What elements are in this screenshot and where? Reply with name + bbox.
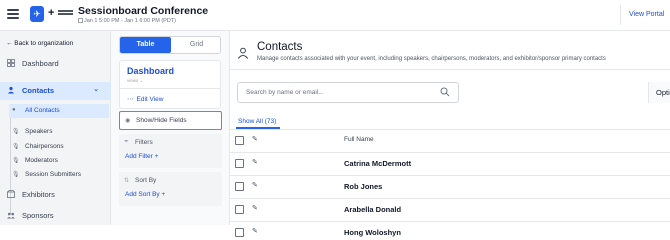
contact-name[interactable]: Rob Jones [344,182,382,191]
sidebar: ← Back to organization Dashboard Contact… [0,31,111,225]
select-all-checkbox[interactable] [235,136,244,145]
top-bar: ✈ + Sessionboard Conference Jan 1 5:00 P… [0,0,670,31]
table-row[interactable]: ✎ Arabella Donald [230,199,670,222]
edit-icon[interactable]: ✎ [252,181,258,189]
contact-name[interactable]: Catrina McDermott [344,159,411,168]
search-icon[interactable] [440,87,450,97]
edit-icon: ✎ [252,136,258,143]
sidebar-item-speakers[interactable]: 🎙 Speakers [9,125,109,139]
app-window: ✈ + Sessionboard Conference Jan 1 5:00 P… [0,0,670,237]
edit-icon[interactable]: ✎ [252,204,258,212]
saved-view-card: Dashboard views ⌄ ⋯ Edit View [119,60,221,109]
divider [230,69,670,70]
sidebar-item-label: Chairpersons [25,143,64,150]
page-title: Contacts [257,41,303,53]
filter-icon: ⏷ [124,139,129,145]
conference-dates-text: Jan 1 5:00 PM - Jan 1 6:00 PM (PDT) [84,18,177,24]
plus-separator: + [48,7,55,19]
sidebar-item-label: Contacts [22,86,55,95]
sidebar-item-label: Session Submitters [25,171,81,178]
options-button[interactable]: Opti [648,82,670,103]
eye-icon: ◉ [125,118,131,124]
chevron-down-icon[interactable]: ⌄ [93,85,99,93]
conference-dates: Jan 1 5:00 PM - Jan 1 6:00 PM (PDT) [78,18,176,24]
sidebar-item-dashboard[interactable]: Dashboard [0,55,111,73]
table-view-button[interactable]: Table [120,37,171,53]
add-sort-button[interactable]: Add Sort By + [125,191,165,198]
search-placeholder: Search by name or email... [246,89,324,96]
person-icon [237,47,249,59]
sidebar-item-label: Dashboard [22,59,59,68]
view-portal-button[interactable]: View Portal [620,5,670,25]
microphone-icon: 🎙 [12,158,20,164]
microphone-icon: 🎙 [12,144,20,150]
search-input[interactable]: Search by name or email... [237,82,459,103]
table-header-row: ✎ Full Name [230,130,670,153]
page-description: Manage contacts associated with your eve… [257,56,606,62]
menu-icon[interactable] [7,9,19,19]
edit-icon[interactable]: ✎ [252,227,258,235]
sort-icon: ⇅ [124,178,130,184]
partner-logo [58,10,73,17]
contact-name[interactable]: Arabella Donald [344,205,401,214]
filters-heading: Filters [135,139,153,146]
microphone-icon: 🎙 [12,172,20,178]
sidebar-item-chairpersons[interactable]: 🎙 Chairpersons [9,140,109,154]
contacts-icon [7,86,15,94]
row-checkbox[interactable] [235,159,244,168]
microphone-icon: 🎙 [12,129,20,135]
grid-view-button[interactable]: Grid [171,37,222,53]
sort-section: ⇅ Sort By Add Sort By + [119,172,222,206]
saved-view-title[interactable]: Dashboard [127,66,174,76]
sidebar-item-label: Exhibitors [22,190,55,199]
sponsors-icon [7,212,15,219]
sessionboard-logo: ✈ [30,6,44,22]
sidebar-item-session-submitters[interactable]: 🎙 Session Submitters [9,168,109,182]
table-row[interactable]: ✎ Hong Woloshyn [230,222,670,240]
tab-show-all[interactable]: Show All (73) [238,118,276,125]
contact-name[interactable]: Hong Woloshyn [344,228,401,237]
view-mode-toggle: Table Grid [119,36,221,54]
sidebar-item-sponsors[interactable]: Sponsors [0,207,111,225]
sort-by-heading: Sort By [135,177,157,184]
sidebar-item-label: Speakers [25,128,53,135]
conference-title: Sessionboard Conference [78,5,209,17]
sidebar-item-label: Sponsors [22,211,54,220]
saved-view-dropdown[interactable]: views ⌄ [127,78,143,84]
table-row[interactable]: ✎ Rob Jones [230,176,670,199]
edit-icon[interactable]: ✎ [252,158,258,166]
exhibitors-icon [7,190,15,198]
main-content: Contacts Manage contacts associated with… [230,31,670,237]
filters-section: ⏷ Filters Add Filter + [119,134,222,168]
more-icon: ⋯ [127,96,134,103]
column-header-full-name[interactable]: Full Name [344,136,374,143]
sidebar-item-contacts[interactable]: Contacts ⌄ [0,82,111,100]
show-hide-fields-label: Show/Hide Fields [136,117,187,124]
person-icon: ● [12,107,16,113]
row-checkbox[interactable] [235,228,244,237]
table-row[interactable]: ✎ Catrina McDermott [230,153,670,176]
sidebar-item-exhibitors[interactable]: Exhibitors [0,186,111,204]
sidebar-item-moderators[interactable]: 🎙 Moderators [9,154,109,168]
row-checkbox[interactable] [235,205,244,214]
row-checkbox[interactable] [235,182,244,191]
sidebar-item-all-contacts[interactable]: ● All Contacts [9,104,109,118]
calendar-icon [78,18,83,23]
view-settings-panel: Table Grid Dashboard views ⌄ ⋯ Edit View … [111,31,230,225]
add-filter-button[interactable]: Add Filter + [125,153,158,160]
edit-view-label: Edit View [136,96,164,103]
edit-view-button[interactable]: ⋯ Edit View [127,95,163,103]
back-to-organization-link[interactable]: ← Back to organization [6,40,73,47]
show-hide-fields-button[interactable]: ◉ Show/Hide Fields [119,111,222,130]
dashboard-icon [7,59,15,67]
sidebar-item-label: Moderators [25,157,58,164]
sidebar-item-label: All Contacts [25,107,60,114]
divider [120,88,220,89]
